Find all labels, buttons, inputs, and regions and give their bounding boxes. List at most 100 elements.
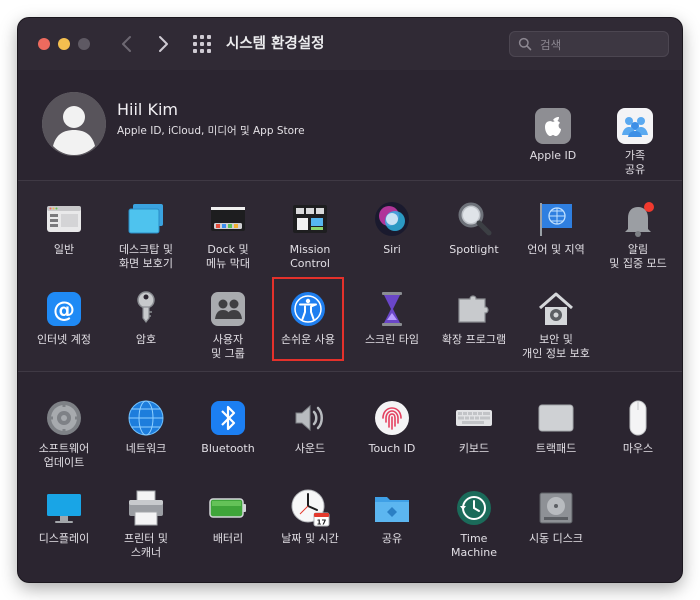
pane-startup-disk-label: 시동 디스크 [528, 532, 584, 545]
zoom-button[interactable] [78, 38, 90, 50]
desktop-screensaver-icon [126, 199, 166, 239]
pane-desktop-screensaver[interactable]: 데스크탑 및 화면 보호기 [105, 199, 187, 271]
pane-network[interactable]: 네트워크 [105, 398, 187, 456]
pane-keyboard[interactable]: 키보드 [433, 398, 515, 456]
security-privacy-icon [536, 289, 576, 329]
user-subtitle: Apple ID, iCloud, 미디어 및 App Store [117, 125, 305, 137]
extensions-icon [454, 289, 494, 329]
pane-trackpad-label: 트랙패드 [535, 442, 577, 455]
pane-internet-accounts-label: 인터넷 계정 [36, 333, 92, 346]
pane-extensions-label: 확장 프로그램 [441, 333, 507, 346]
accessibility-icon [288, 289, 328, 329]
pane-security-privacy-label: 보안 및 개인 정보 보호 [522, 333, 590, 360]
pane-passwords-label: 암호 [135, 333, 157, 346]
passwords-icon [126, 289, 166, 329]
pane-screen-time-label: 스크린 타임 [364, 333, 420, 346]
pane-general[interactable]: 일반 [23, 199, 105, 257]
network-icon [126, 398, 166, 438]
general-icon [44, 199, 84, 239]
pane-users-groups[interactable]: 사용자 및 그룹 [187, 289, 269, 361]
pane-software-update[interactable]: 소프트웨어 업데이트 [23, 398, 105, 470]
back-button[interactable] [116, 32, 138, 56]
battery-icon [208, 488, 248, 528]
pane-displays[interactable]: 디스플레이 [23, 488, 105, 546]
mouse-icon [618, 398, 658, 438]
user-silhouette-icon [42, 92, 106, 156]
pane-security-privacy[interactable]: 보안 및 개인 정보 보호 [515, 289, 597, 361]
pane-language-region-label: 언어 및 지역 [527, 243, 585, 256]
close-button[interactable] [38, 38, 50, 50]
pane-accessibility[interactable]: 손쉬운 사용 [272, 277, 344, 361]
pane-mission-control-label: Mission Control [289, 243, 331, 270]
pane-trackpad[interactable]: 트랙패드 [515, 398, 597, 456]
pane-printers-scanners[interactable]: 프린터 및 스캐너 [105, 488, 187, 560]
printers-scanners-icon [126, 488, 166, 528]
family-sharing-icon [617, 108, 653, 144]
pane-sound[interactable]: 사운드 [269, 398, 351, 456]
search-field[interactable] [509, 31, 669, 57]
preferences-section-2: 소프트웨어 업데이트 네트워크 Bluetooth 사운드 Touch ID 키… [18, 372, 682, 582]
pane-time-machine[interactable]: Time Machine [433, 488, 515, 560]
family-sharing-label: 가족 공유 [624, 149, 646, 176]
pane-keyboard-label: 키보드 [458, 442, 490, 455]
pane-internet-accounts[interactable]: @ 인터넷 계정 [23, 289, 105, 347]
system-preferences-window: 시스템 환경설정 Hiil Kim Apple ID, iCloud, 미디어 … [18, 18, 682, 582]
pane-mouse-label: 마우스 [622, 442, 654, 455]
spotlight-icon [454, 199, 494, 239]
dock-menubar-icon [208, 199, 248, 239]
software-update-icon [44, 398, 84, 438]
pane-spotlight-label: Spotlight [449, 243, 499, 256]
pane-bluetooth-label: Bluetooth [201, 442, 255, 455]
pane-notifications[interactable]: 알림 및 집중 모드 [597, 199, 679, 271]
pane-language-region[interactable]: 언어 및 지역 [515, 199, 597, 257]
window-title: 시스템 환경설정 [226, 36, 325, 52]
pane-sharing[interactable]: 공유 [351, 488, 433, 546]
family-sharing-pane[interactable]: 가족 공유 [593, 108, 677, 177]
date-time-icon: 17 [290, 488, 330, 528]
apple-id-pane[interactable]: Apple ID [511, 108, 595, 163]
pane-startup-disk[interactable]: 시동 디스크 [515, 488, 597, 546]
pane-sharing-label: 공유 [381, 532, 403, 545]
pane-general-label: 일반 [53, 243, 75, 256]
pane-printers-scanners-label: 프린터 및 스캐너 [124, 532, 168, 559]
pane-touch-id[interactable]: Touch ID [351, 398, 433, 456]
pane-mission-control[interactable]: Mission Control [269, 199, 351, 271]
pane-mouse[interactable]: 마우스 [597, 398, 679, 456]
preferences-section-1: 일반 데스크탑 및 화면 보호기 Dock 및 메뉴 막대 Mission Co… [18, 181, 682, 371]
internet-accounts-icon: @ [44, 289, 84, 329]
sound-icon [290, 398, 330, 438]
bluetooth-icon [208, 398, 248, 438]
pane-spotlight[interactable]: Spotlight [433, 199, 515, 257]
pane-extensions[interactable]: 확장 프로그램 [433, 289, 515, 347]
trackpad-icon [536, 398, 576, 438]
pane-date-time-label: 날짜 및 시간 [281, 532, 339, 545]
users-groups-icon [208, 289, 248, 329]
apple-id-label: Apple ID [529, 149, 577, 162]
avatar[interactable] [42, 92, 106, 156]
show-all-button[interactable] [192, 34, 212, 54]
pane-notifications-label: 알림 및 집중 모드 [609, 243, 667, 270]
pane-battery-label: 배터리 [212, 532, 244, 545]
chevron-right-icon [159, 36, 168, 52]
minimize-button[interactable] [58, 38, 70, 50]
pane-accessibility-label: 손쉬운 사용 [280, 333, 336, 346]
pane-siri[interactable]: Siri [351, 199, 433, 257]
forward-button[interactable] [152, 32, 174, 56]
pane-users-groups-label: 사용자 및 그룹 [211, 333, 245, 360]
user-name: Hiil Kim [117, 100, 178, 119]
pane-dock-menubar[interactable]: Dock 및 메뉴 막대 [187, 199, 269, 271]
pane-battery[interactable]: 배터리 [187, 488, 269, 546]
keyboard-icon [454, 398, 494, 438]
pane-software-update-label: 소프트웨어 업데이트 [38, 442, 90, 469]
pane-date-time[interactable]: 17 날짜 및 시간 [269, 488, 351, 546]
notifications-icon [618, 199, 658, 239]
pane-bluetooth[interactable]: Bluetooth [187, 398, 269, 456]
sharing-icon [372, 488, 412, 528]
pane-passwords[interactable]: 암호 [105, 289, 187, 347]
pane-screen-time[interactable]: 스크린 타임 [351, 289, 433, 347]
pane-time-machine-label: Time Machine [450, 532, 498, 559]
language-region-icon [536, 199, 576, 239]
search-icon [518, 37, 532, 51]
search-input[interactable] [538, 35, 666, 55]
pane-siri-label: Siri [383, 243, 401, 256]
